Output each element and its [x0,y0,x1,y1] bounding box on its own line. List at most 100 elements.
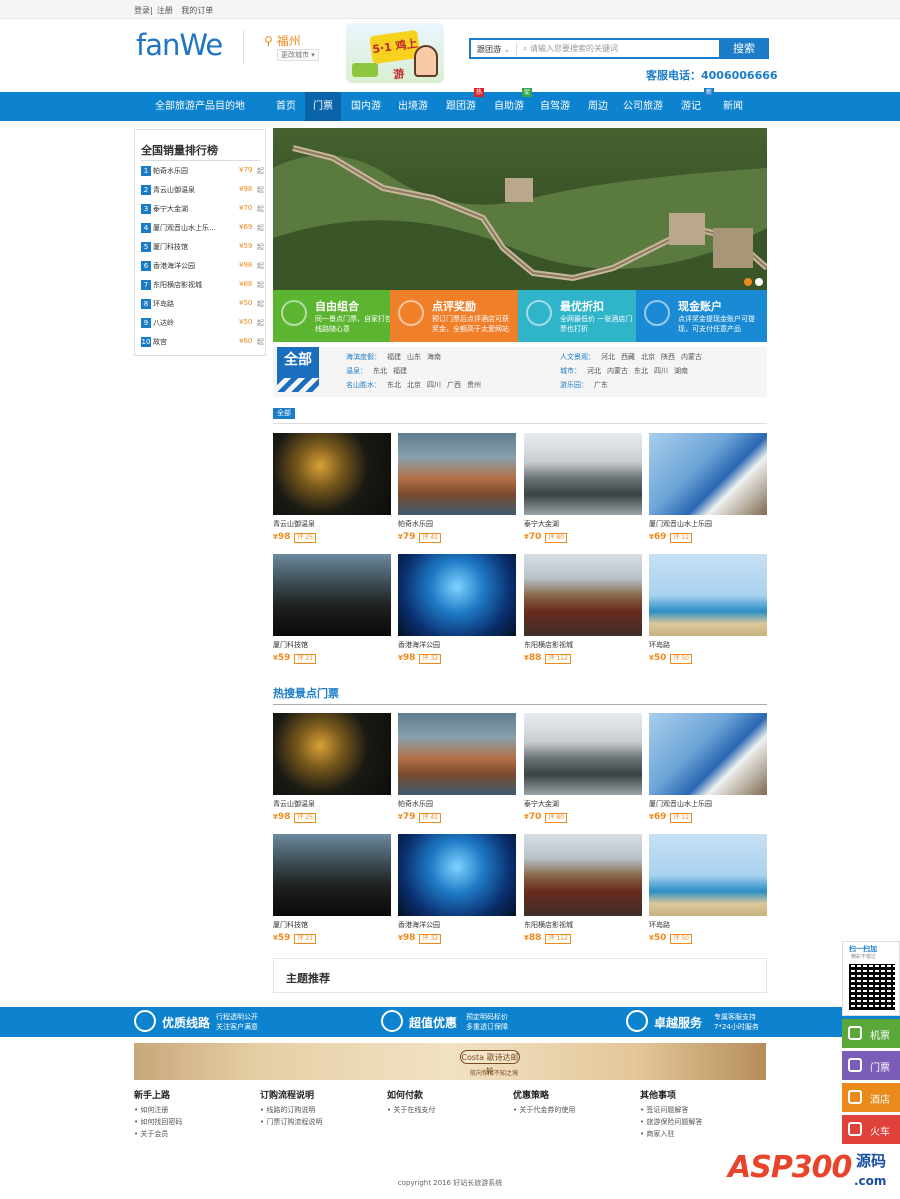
nav-item-8[interactable]: 公司旅游 [618,92,668,121]
footer-link[interactable]: 关于会员 [134,1128,254,1140]
footer-link[interactable]: 旅游保险问题解答 [640,1116,760,1128]
ticket-name[interactable]: 东阳横店影视城 [524,640,573,650]
city-selector[interactable]: ⚲ 福州 [264,32,301,49]
ticket-name[interactable]: 环岛路 [649,920,670,930]
nav-item-5[interactable]: 自助游促 [486,88,532,121]
filter-option[interactable]: 河北 [601,353,615,361]
ticket-name[interactable]: 厦门科技馆 [273,640,308,650]
hero-banner[interactable] [273,128,767,290]
ticket-card[interactable]: 厦门科技馆 ¥59 评 21 [273,834,391,946]
ticket-name[interactable]: 东阳横店影视城 [524,920,573,930]
filter-option[interactable]: 湖南 [674,367,688,375]
ticket-card[interactable]: 帕奇水乐园 ¥79 评 41 [398,713,516,825]
ticket-card[interactable]: 青云山御温泉 ¥98 评 25 [273,433,391,545]
all-destinations-menu[interactable]: 全部旅游产品目的地 [134,92,266,121]
filter-option[interactable]: 内蒙古 [607,367,628,375]
ranking-row[interactable]: 1 帕奇水乐园 ¥79 起 [141,162,264,181]
ticket-image[interactable] [649,834,767,916]
nav-item-2[interactable]: 国内游 [343,92,389,121]
my-orders-link[interactable]: 我的订单 [181,6,213,15]
nav-item-7[interactable]: 周边 [580,92,616,121]
float-button[interactable]: 机票 [842,1019,900,1048]
ticket-card[interactable]: 环岛路 ¥50 评 50 [649,834,767,946]
search-input[interactable]: ⌕ 请输入您要搜索的关键词 [523,40,719,57]
filter-option[interactable]: 四川 [654,367,668,375]
all-badge[interactable]: 全部 [273,408,295,419]
ticket-name[interactable]: 厦门观音山水上乐园 [649,519,712,529]
filter-option[interactable]: 广西 [447,381,461,389]
footer-link[interactable]: 商家入驻 [640,1128,760,1140]
filter-option[interactable]: 东北 [634,367,648,375]
ranking-row[interactable]: 6 香港海洋公园 ¥98 起 [141,257,264,276]
float-button[interactable]: 火车 [842,1115,900,1144]
ticket-image[interactable] [398,834,516,916]
nav-item-6[interactable]: 自驾游 [532,92,578,121]
nav-item-3[interactable]: 出境游 [390,92,436,121]
ticket-card[interactable]: 香港海洋公园 ¥98 评 32 [398,554,516,666]
footer-link[interactable]: 门票订购流程说明 [260,1116,380,1128]
ticket-card[interactable]: 环岛路 ¥50 评 50 [649,554,767,666]
ticket-name[interactable]: 帕奇水乐园 [398,519,433,529]
filter-option[interactable]: 西藏 [621,353,635,361]
ranking-row[interactable]: 2 青云山御温泉 ¥98 起 [141,181,264,200]
filter-option[interactable]: 贵州 [467,381,481,389]
ticket-name[interactable]: 帕奇水乐园 [398,799,433,809]
filter-all-tab[interactable]: 全部 [277,347,319,392]
ticket-image[interactable] [649,554,767,636]
ticket-card[interactable]: 泰宁大金湖 ¥70 评 80 [524,433,642,545]
filter-option[interactable]: 陕西 [661,353,675,361]
feature-tile[interactable]: 现金账户 点评奖金提现金账户可提现，可支付任意产品 [636,290,767,342]
ticket-name[interactable]: 厦门科技馆 [273,920,308,930]
filter-option[interactable]: 北京 [641,353,655,361]
nav-item-0[interactable]: 首页 [268,92,304,121]
ticket-name[interactable]: 泰宁大金湖 [524,519,559,529]
ranking-row[interactable]: 5 厦门科技馆 ¥59 起 [141,238,264,257]
ticket-card[interactable]: 东阳横店影视城 ¥88 评 112 [524,834,642,946]
ticket-image[interactable] [524,713,642,795]
ticket-image[interactable] [273,834,391,916]
search-button[interactable]: 搜索 [719,38,769,59]
ticket-image[interactable] [524,433,642,515]
ticket-card[interactable]: 青云山御温泉 ¥98 评 25 [273,713,391,825]
ticket-card[interactable]: 泰宁大金湖 ¥70 评 80 [524,713,642,825]
nav-item-10[interactable]: 新闻 [715,92,751,121]
filter-option[interactable]: 北京 [407,381,421,389]
filter-option[interactable]: 海南 [427,353,441,361]
nav-item-1[interactable]: 门票 [305,92,341,121]
feature-tile[interactable]: 最优折扣 全网最低价 一张酒店门票也打折 [518,290,636,342]
ticket-name[interactable]: 泰宁大金湖 [524,799,559,809]
nav-item-9[interactable]: 游记新 [668,88,714,121]
city-switch-button[interactable]: 更改城市 ▾ [277,49,319,61]
ticket-image[interactable] [273,713,391,795]
float-button[interactable]: 酒店 [842,1083,900,1112]
filter-option[interactable]: 广东 [594,381,608,389]
feature-tile[interactable]: 自由组合 同一景点门票、自家打包线路随心意 [273,290,392,342]
ticket-image[interactable] [398,554,516,636]
ticket-card[interactable]: 厦门科技馆 ¥59 评 21 [273,554,391,666]
ticket-image[interactable] [398,433,516,515]
ticket-image[interactable] [649,713,767,795]
ticket-name[interactable]: 环岛路 [649,640,670,650]
filter-option[interactable]: 东北 [373,367,387,375]
register-link[interactable]: 注册 [157,6,173,15]
filter-option[interactable]: 四川 [427,381,441,389]
ticket-image[interactable] [649,433,767,515]
ticket-card[interactable]: 厦门观音山水上乐园 ¥69 评 11 [649,713,767,825]
filter-option[interactable]: 内蒙古 [681,353,702,361]
filter-option[interactable]: 福建 [387,353,401,361]
ticket-name[interactable]: 香港海洋公园 [398,640,440,650]
ticket-card[interactable]: 厦门观音山水上乐园 ¥69 评 11 [649,433,767,545]
feature-tile[interactable]: 点评奖励 预订门票后点评酒店可获奖金，全额高于太爱网站 [390,290,518,342]
site-logo[interactable]: fanWe [136,28,234,62]
filter-option[interactable]: 东北 [387,381,401,389]
ticket-card[interactable]: 东阳横店影视城 ¥88 评 112 [524,554,642,666]
search-category-select[interactable]: 跟团游 ⌄ [473,43,517,56]
ranking-row[interactable]: 7 东阳横店影视城 ¥88 起 [141,276,264,295]
footer-link[interactable]: 如何找回密码 [134,1116,254,1128]
ranking-row[interactable]: 10 故宫 ¥60 起 [141,333,264,352]
ranking-row[interactable]: 8 环岛路 ¥50 起 [141,295,264,314]
footer-link[interactable]: 线路的订购说明 [260,1104,380,1116]
filter-option[interactable]: 河北 [587,367,601,375]
ranking-row[interactable]: 9 八达岭 ¥50 起 [141,314,264,333]
promo-banner[interactable]: 5·1 鸡上游 [346,23,444,83]
